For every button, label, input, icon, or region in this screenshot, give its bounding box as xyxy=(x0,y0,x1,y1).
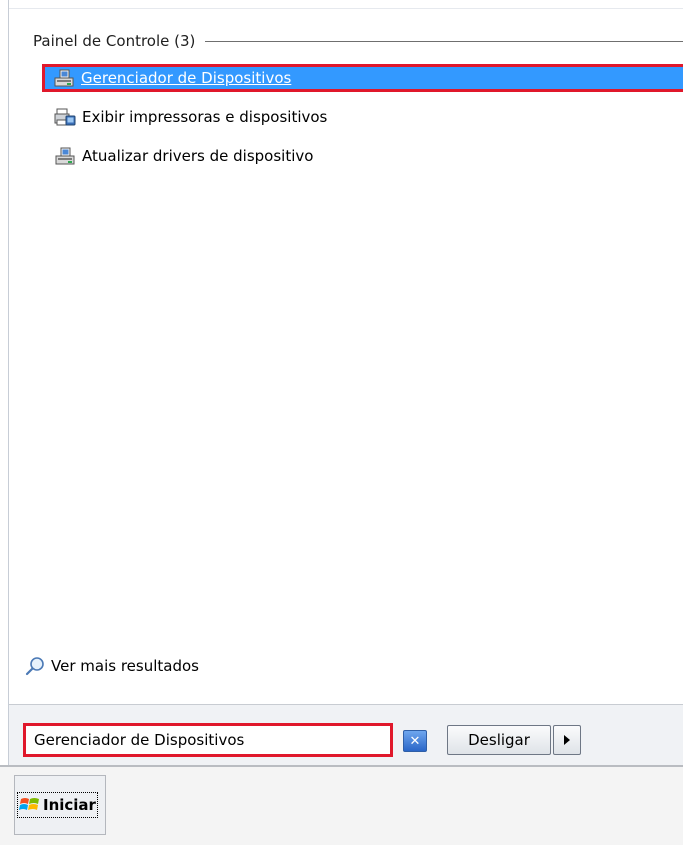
search-bar: ✕ Desligar xyxy=(9,704,683,766)
start-label: Iniciar xyxy=(43,796,96,814)
search-input[interactable] xyxy=(23,723,393,757)
arrow-right-icon xyxy=(564,735,570,745)
result-label: Atualizar drivers de dispositivo xyxy=(82,147,314,165)
see-more-label: Ver mais resultados xyxy=(51,657,199,675)
device-driver-icon xyxy=(54,145,76,167)
windows-logo-icon xyxy=(19,795,41,815)
start-button-focus: Iniciar xyxy=(17,792,98,818)
taskbar: Iniciar xyxy=(0,765,683,845)
result-item-update-drivers[interactable]: Atualizar drivers de dispositivo xyxy=(43,142,683,170)
shutdown-options-button[interactable] xyxy=(553,725,581,755)
printers-devices-icon xyxy=(54,106,76,128)
see-more-results-link[interactable]: Ver mais resultados xyxy=(25,653,199,679)
result-item-printers-devices[interactable]: Exibir impressoras e dispositivos xyxy=(43,103,683,131)
shutdown-button[interactable]: Desligar xyxy=(447,725,551,755)
results-group-header[interactable]: Painel de Controle (3) xyxy=(33,29,683,53)
results-group-title: Painel de Controle (3) xyxy=(33,32,196,50)
close-icon: ✕ xyxy=(409,733,421,749)
result-item-device-manager[interactable]: Gerenciador de Dispositivos xyxy=(42,64,683,92)
start-button[interactable]: Iniciar xyxy=(14,775,106,835)
magnifier-icon xyxy=(25,656,45,676)
result-label: Gerenciador de Dispositivos xyxy=(81,69,292,87)
clear-search-button[interactable]: ✕ xyxy=(403,730,427,752)
result-label: Exibir impressoras e dispositivos xyxy=(82,108,328,126)
start-menu: Painel de Controle (3) Gerenciador de Di… xyxy=(8,0,683,766)
group-divider xyxy=(205,40,683,42)
search-results-pane: Painel de Controle (3) Gerenciador de Di… xyxy=(9,8,683,705)
device-manager-icon xyxy=(53,67,75,89)
